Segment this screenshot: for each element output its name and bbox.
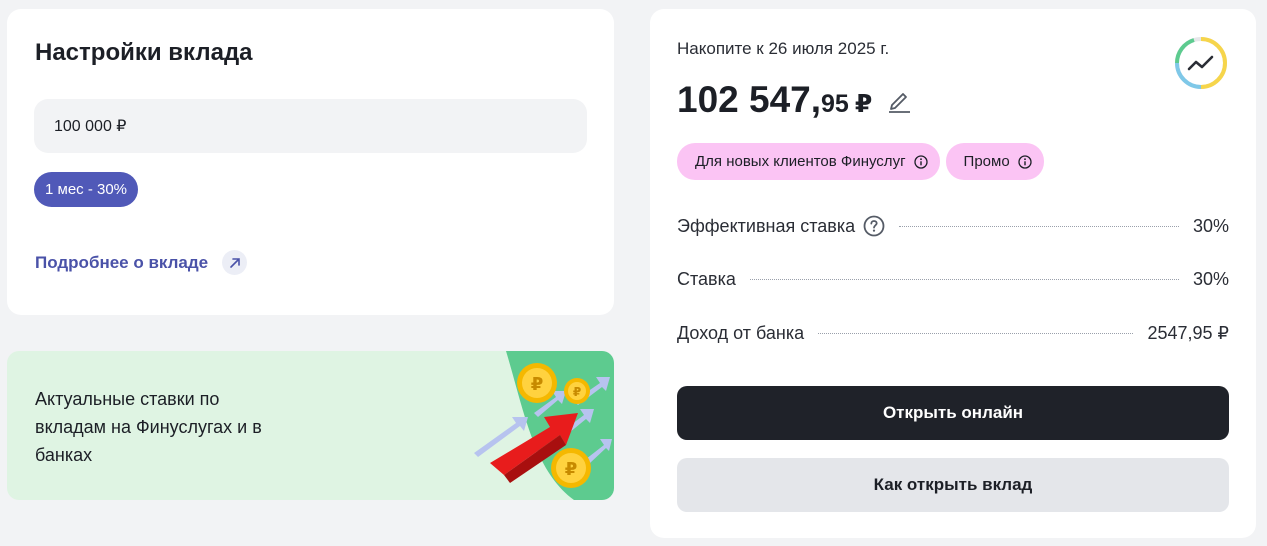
term-rate-chip[interactable]: 1 мес - 30% (34, 172, 139, 207)
deposit-settings-card: Настройки вклада 100 000 ₽ 1 мес - 30% П… (7, 9, 614, 315)
tag-new-clients[interactable]: Для новых клиентов Финуслуг (677, 143, 940, 180)
tag-promo[interactable]: Промо (945, 143, 1044, 180)
more-about-deposit-link[interactable]: Подробнее о вкладе (35, 250, 248, 275)
amount-value: 100 000 ₽ (54, 118, 127, 135)
rate-label: Ставка (677, 269, 736, 289)
settings-title: Настройки вклада (35, 39, 253, 66)
rate-value: 30% (1192, 269, 1229, 289)
open-online-button[interactable]: Открыть онлайн (677, 386, 1229, 440)
bank-income-row: Доход от банка 2547,95 ₽ (677, 323, 1229, 344)
goal-date-label: Накопите к 26 июля 2025 г. (677, 39, 890, 58)
goal-amount: 102 547, 95 ₽ (677, 79, 912, 121)
effective-rate-value: 30% (1192, 215, 1229, 236)
svg-text:₽: ₽ (565, 459, 578, 480)
effective-rate-label: Эффективная ставка (677, 215, 856, 236)
more-link-label: Подробнее о вкладе (35, 252, 209, 272)
svg-text:₽: ₽ (573, 385, 581, 399)
goal-amount-integer: 102 547, (677, 79, 822, 120)
rates-promo-banner[interactable]: Актуальные ставки по вкладам на Финуслуг… (7, 351, 614, 500)
amount-input[interactable]: 100 000 ₽ (34, 99, 587, 153)
bank-income-label: Доход от банка (677, 323, 805, 343)
bank-income-value: 2547,95 ₽ (1147, 323, 1229, 343)
ruble-coins-arrows-illustration: ₽ ₽ ₽ (474, 351, 614, 500)
help-question-icon[interactable] (863, 215, 885, 237)
effective-rate-row: Эффективная ставка 30% (677, 215, 1229, 237)
info-icon (913, 154, 928, 169)
svg-text:₽: ₽ (531, 374, 544, 395)
arrow-up-right-icon (222, 250, 248, 275)
rate-row: Ставка 30% (677, 269, 1229, 290)
goal-currency: ₽ (854, 90, 873, 118)
goal-amount-fraction: 95 (821, 90, 849, 118)
edit-pencil-icon[interactable] (886, 87, 912, 113)
tag-label: Промо (963, 153, 1010, 170)
promo-text: Актуальные ставки по вкладам на Финуслуг… (35, 389, 262, 465)
chart-ring-icon (1174, 37, 1227, 89)
tags: Для новых клиентов Финуслуг Промо (677, 143, 1044, 180)
tag-label: Для новых клиентов Финуслуг (695, 153, 906, 170)
how-to-open-button[interactable]: Как открыть вклад (677, 458, 1229, 512)
info-icon (1018, 154, 1032, 169)
dotted-leader (818, 333, 1134, 334)
deposit-result-card: Накопите к 26 июля 2025 г. 102 547, 95 ₽… (650, 9, 1256, 538)
dotted-leader (899, 225, 1179, 227)
dotted-leader (749, 279, 1179, 280)
